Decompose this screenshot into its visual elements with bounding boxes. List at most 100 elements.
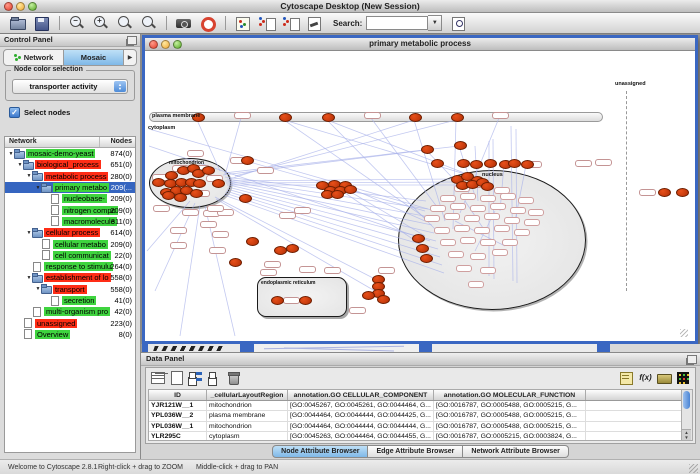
graph-node[interactable] [421,145,434,154]
tab-overflow-arrow[interactable]: ▶ [124,50,136,65]
title-bar[interactable]: Cytoscape Desktop (New Session) [0,0,700,13]
graph-node[interactable] [481,182,494,191]
column-header[interactable]: _cellularLayoutRegion [207,390,288,400]
zoom-fit-icon[interactable] [140,15,158,31]
graph-node[interactable] [362,291,375,300]
graph-node[interactable] [246,237,259,246]
graph-node[interactable] [344,185,357,194]
tree-row[interactable]: nitrogen compo209(0) [5,204,135,215]
import-table-icon[interactable] [282,15,300,31]
table-cell[interactable]: [GO:0016787, GO:0005488, GO:0005215, G..… [434,422,586,431]
open-file-icon[interactable] [9,15,27,31]
tree-row[interactable]: ▼cellular process614(0) [5,227,135,238]
tree-row[interactable]: ▼transport558(0) [5,284,135,295]
annotation-icon[interactable] [306,15,324,31]
network-window-titlebar[interactable]: primary metabolic process [145,38,695,51]
attribute-matrix-icon[interactable] [675,371,692,385]
graph-node[interactable] [271,296,284,305]
graph-node[interactable] [451,113,464,122]
tree-row[interactable]: ▼establishment of lo558(0) [5,272,135,283]
graph-node[interactable] [331,190,344,199]
detach-panel-icon[interactable] [687,355,697,364]
table-cell[interactable]: mitochondrion [207,422,288,431]
graph-node[interactable] [229,258,242,267]
tree-row[interactable]: cell communicat22(0) [5,250,135,261]
tree-row[interactable]: macromolecule311(0) [5,216,135,227]
tab-edge-attribute-browser[interactable]: Edge Attribute Browser [368,445,463,458]
node-color-dropdown[interactable]: transporter activity ▲▼ [12,79,128,94]
table-cell[interactable]: [GO:0045267, GO:0045261, GO:0044464, G..… [288,401,434,410]
canvas-resize-grip[interactable] [680,329,688,337]
graph-node[interactable] [239,194,252,203]
network-view-window[interactable]: primary metabolic process plasma membran… [142,35,698,344]
graph-node[interactable] [484,159,497,168]
graph-node[interactable] [212,179,225,188]
graph-node[interactable] [521,160,534,169]
graph-node[interactable] [162,191,175,200]
select-all-attributes-icon[interactable] [187,371,204,385]
scrollbar-thumb[interactable] [683,391,690,409]
tab-network[interactable]: Network [4,50,64,65]
graph-node[interactable] [152,178,165,187]
table-cell[interactable]: [GO:0044464, GO:0044444, GO:0044444, G..… [288,422,434,431]
graph-node[interactable] [676,188,689,197]
table-cell[interactable]: [GO:0016787, GO:0005488, GO:0005215, G..… [434,401,586,410]
scrollbar-arrows[interactable]: ▲▼ [682,429,691,440]
window-resize-grip[interactable] [689,464,698,473]
tree-row[interactable]: ▼mosaic-demo-yeast874(0) [5,148,135,159]
tree-row[interactable]: nucleobase-209(0) [5,193,135,204]
graph-node[interactable] [470,160,483,169]
graph-node[interactable] [274,246,287,255]
tab-mosaic[interactable]: Mosaic [64,50,124,65]
attribute-table-header[interactable]: ID_cellularLayoutRegionannotation.GO CEL… [149,390,682,401]
graph-node[interactable] [412,234,425,243]
tree-row[interactable]: response to stimulu264(0) [5,261,135,272]
table-cell[interactable]: YLR295C [149,432,207,441]
table-scrollbar[interactable]: ▲▼ [681,389,693,441]
help-icon[interactable] [199,15,217,31]
column-header[interactable]: annotation.GO MOLECULAR_FUNCTION [434,390,586,400]
graph-node[interactable] [508,159,521,168]
graph-node[interactable] [241,156,254,165]
select-nodes-checkbox[interactable]: ✓ [9,107,20,118]
network-canvas[interactable]: plasma membrane cytoplasm mitochondrion … [145,51,689,338]
table-cell[interactable]: mitochondrion [207,401,288,410]
unselect-all-attributes-icon[interactable] [206,371,223,385]
graph-node[interactable] [377,295,390,304]
tree-row[interactable]: multi-organism pro42(0) [5,306,135,317]
snapshot-icon[interactable] [175,15,193,31]
tree-row[interactable]: ▼metabolic process280(0) [5,171,135,182]
search-options-icon[interactable] [450,15,468,31]
table-cell[interactable]: cytoplasm [207,432,288,441]
import-network-icon[interactable] [258,15,276,31]
column-header[interactable]: ID [149,390,207,400]
zoom-selected-icon[interactable] [116,15,134,31]
select-attributes-icon[interactable] [149,371,166,385]
tree-row[interactable]: secretion41(0) [5,295,135,306]
graph-node[interactable] [279,113,292,122]
graph-node[interactable] [658,188,671,197]
import-attributes-icon[interactable] [656,371,673,385]
detach-panel-icon[interactable] [127,36,137,45]
tab-network-attribute-browser[interactable]: Network Attribute Browser [463,445,568,458]
search-dropdown-button[interactable]: ▼ [428,15,442,31]
search-input[interactable] [366,16,428,30]
table-row[interactable]: YJR121W__1mitochondrion[GO:0045267, GO:0… [149,401,682,411]
graph-node[interactable] [193,179,206,188]
graph-node[interactable] [431,159,444,168]
save-icon[interactable] [33,15,51,31]
graph-node[interactable] [322,113,335,122]
graph-node[interactable] [420,254,433,263]
graph-node[interactable] [299,296,312,305]
table-row[interactable]: YLR295Ccytoplasm[GO:0045263, GO:0044464,… [149,432,682,441]
delete-attribute-icon[interactable] [225,371,242,385]
graph-node[interactable] [409,113,422,122]
graph-node[interactable] [190,189,203,198]
graph-node[interactable] [174,193,187,202]
tree-row[interactable]: ▼biological_process651(0) [5,159,135,170]
table-cell[interactable]: [GO:0044464, GO:0044444, GO:0044425, G..… [288,411,434,420]
table-cell[interactable]: YPL036W__2 [149,411,207,420]
table-cell[interactable]: plasma membrane [207,411,288,420]
column-header[interactable]: annotation.GO CELLULAR_COMPONENT [288,390,434,400]
create-new-attribute-icon[interactable] [168,371,185,385]
